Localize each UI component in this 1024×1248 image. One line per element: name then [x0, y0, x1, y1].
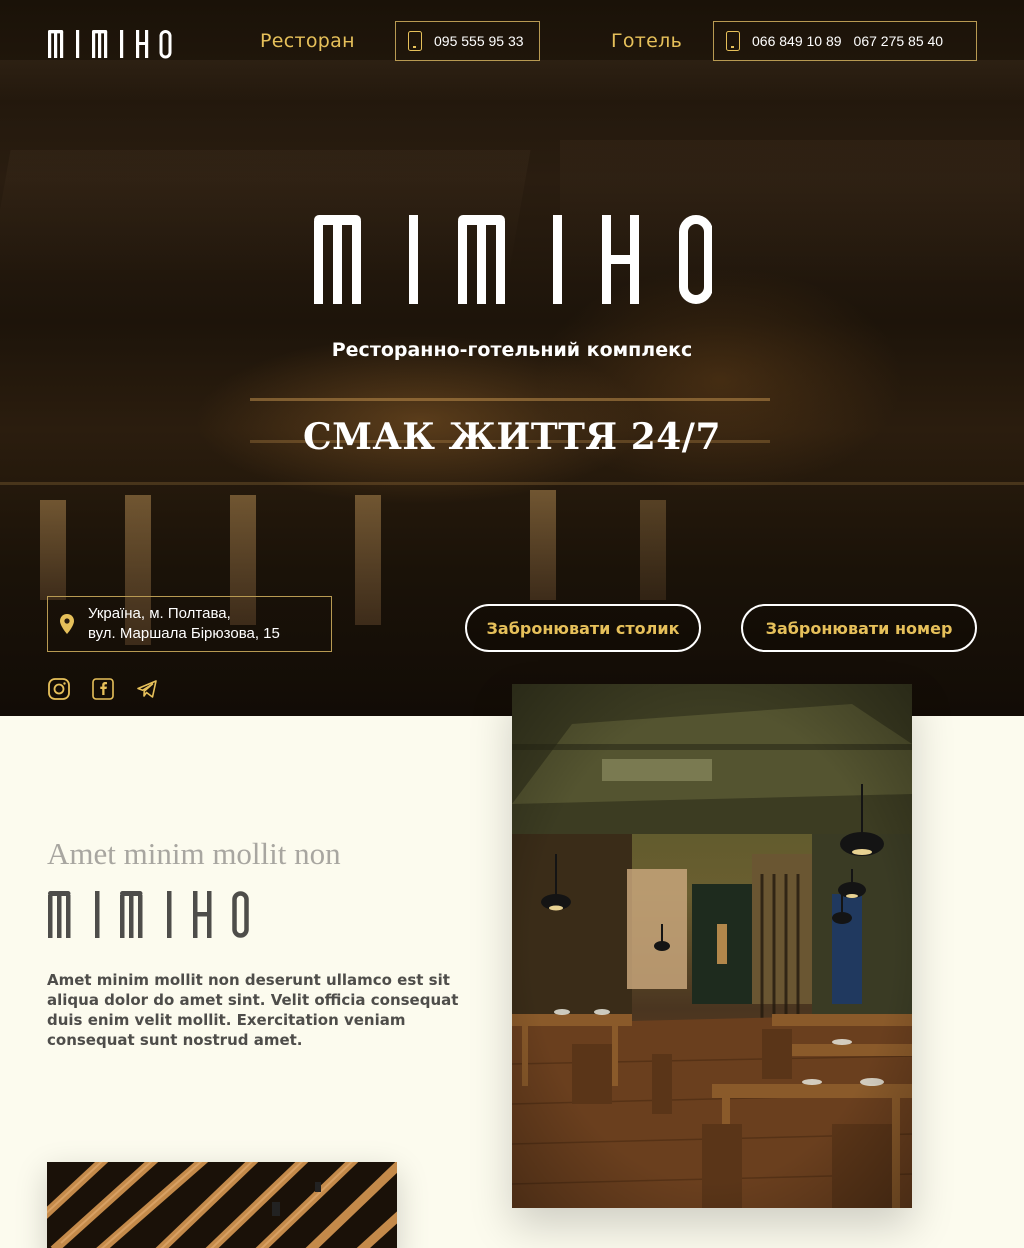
- address-line-2: вул. Маршала Бірюзова, 15: [88, 625, 280, 642]
- hero-bg-shelf: [250, 398, 770, 401]
- address-line-1: Україна, м. Полтава,: [88, 605, 231, 622]
- restaurant-interior-illustration: [512, 684, 912, 1208]
- restaurant-phone-number[interactable]: 095 555 95 33: [434, 33, 524, 49]
- hero-bg-shelf: [0, 482, 1024, 485]
- restaurant-interior-photo: [512, 684, 912, 1208]
- about-brand-logo: [48, 891, 249, 938]
- phone-icon: [726, 31, 740, 51]
- phone-icon: [408, 31, 422, 51]
- hero-bg-pillar: [640, 500, 666, 600]
- about-description: Amet minim mollit non deserunt ullamco e…: [47, 971, 459, 1049]
- nav-restaurant-link[interactable]: Ресторан: [260, 30, 355, 52]
- wooden-ceiling-photo: [47, 1162, 397, 1248]
- hotel-phone-number[interactable]: 066 849 10 89: [752, 33, 842, 49]
- location-pin-icon: [60, 614, 74, 634]
- address-box: Україна, м. Полтава, вул. Маршала Бірюзо…: [47, 596, 332, 652]
- facebook-icon[interactable]: [92, 678, 114, 700]
- hero-subtitle: Ресторанно-готельний комплекс: [331, 339, 693, 361]
- hero-bg-beam: [0, 60, 1024, 100]
- hero-slogan: СМАК ЖИТТЯ 24/7: [302, 416, 721, 458]
- restaurant-phone-box[interactable]: 095 555 95 33: [395, 21, 540, 61]
- hotel-phone-number[interactable]: 067 275 85 40: [854, 33, 944, 49]
- hero-bg-pillar: [530, 490, 556, 600]
- instagram-icon[interactable]: [48, 678, 70, 700]
- hero-brand-logo: [314, 215, 712, 304]
- brand-logo[interactable]: [48, 29, 173, 59]
- telegram-icon[interactable]: [136, 678, 158, 700]
- hotel-phone-box[interactable]: 066 849 10 89 067 275 85 40: [713, 21, 977, 61]
- wooden-slats-illustration: [47, 1162, 397, 1248]
- hero-section: Ресторан 095 555 95 33 Готель 066 849 10…: [0, 0, 1024, 716]
- hero-bg-pillar: [40, 500, 66, 600]
- nav-hotel-link[interactable]: Готель: [611, 30, 682, 52]
- book-table-button[interactable]: Забронювати столик: [465, 604, 701, 652]
- book-room-button[interactable]: Забронювати номер: [741, 604, 977, 652]
- hero-bg-pillar: [355, 495, 381, 625]
- about-kicker: Amet minim mollit non: [47, 836, 341, 871]
